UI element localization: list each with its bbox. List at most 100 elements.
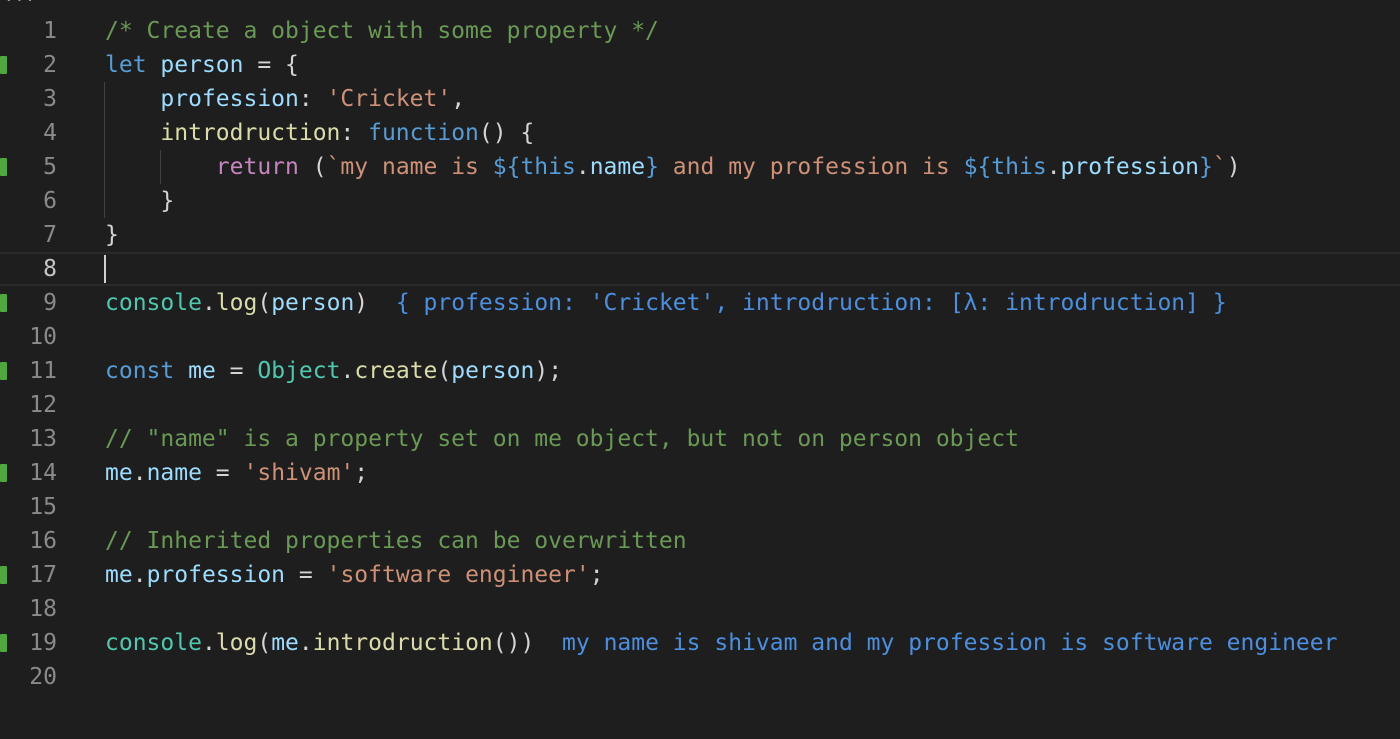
line-number: 16 — [29, 528, 57, 554]
code-token: function — [368, 120, 479, 146]
code-token: const — [105, 358, 175, 384]
code-token: ); — [534, 358, 563, 384]
code-token: ` — [1212, 154, 1227, 180]
code-token: Object — [257, 358, 341, 384]
code-line[interactable]: 15 — [0, 490, 1400, 524]
code-token: create — [354, 358, 438, 384]
line-number: 4 — [43, 120, 57, 146]
line-code[interactable]: profession: 'Cricket', — [105, 82, 465, 116]
code-line[interactable]: 1 /* Create a object with some property *… — [0, 14, 1400, 48]
code-token: ()) — [492, 630, 535, 656]
line-code[interactable]: return (`my name is ${this.name} and my … — [105, 150, 1241, 184]
code-token: me — [188, 358, 216, 384]
code-line[interactable]: 11 const me = Object.create(person); — [0, 354, 1400, 388]
code-line[interactable]: 9 console.log(person) { profession: 'Cric… — [0, 286, 1400, 320]
code-line[interactable]: 12 — [0, 388, 1400, 422]
line-number: 11 — [29, 358, 57, 384]
code-token: person — [160, 52, 244, 78]
code-token: this — [520, 154, 576, 180]
code-token: person — [271, 290, 355, 316]
code-editor[interactable]: ... 1 /* Create a object with some proper… — [0, 0, 1400, 739]
code-line[interactable]: 4 introdruction: function() { — [0, 116, 1400, 150]
code-token: 'Cricket' — [326, 86, 452, 112]
code-token: ( — [437, 358, 452, 384]
overflow-ellipsis: ... — [4, 0, 36, 5]
code-token: ( — [257, 290, 272, 316]
code-token: . — [340, 358, 355, 384]
line-code[interactable]: } — [105, 218, 119, 252]
code-token: : — [340, 120, 369, 146]
code-line[interactable]: 16 // Inherited properties can be overwri… — [0, 524, 1400, 558]
line-number: 6 — [43, 188, 57, 214]
line-code[interactable]: console.log(person) { profession: 'Crick… — [105, 286, 1227, 320]
code-token: me — [105, 562, 133, 588]
line-code[interactable]: me.profession = 'software engineer'; — [105, 558, 604, 592]
code-token: . — [132, 562, 147, 588]
code-token: // Inherited properties can be overwritt… — [105, 528, 687, 554]
code-line[interactable]: 20 — [0, 660, 1400, 694]
line-code[interactable]: // "name" is a property set on me object… — [105, 422, 1019, 456]
code-token: . — [575, 154, 590, 180]
code-token: and my profession is — [658, 154, 964, 180]
line-code[interactable]: introdruction: function() { — [105, 116, 534, 150]
code-line[interactable]: 19 console.log(me.introdruction()) my nam… — [0, 626, 1400, 660]
code-token: name — [146, 460, 202, 486]
code-token: `my name is — [326, 154, 493, 180]
code-token: . — [298, 630, 313, 656]
code-token: = — [201, 460, 244, 486]
line-number: 18 — [29, 596, 57, 622]
line-code[interactable]: } — [105, 184, 174, 218]
line-code[interactable]: const me = Object.create(person); — [105, 354, 562, 388]
line-code[interactable]: me.name = 'shivam'; — [105, 456, 368, 490]
line-code[interactable]: /* Create a object with some property */ — [105, 14, 659, 48]
code-token: log — [215, 290, 258, 316]
line-number: 20 — [29, 664, 57, 690]
code-token: = — [215, 358, 258, 384]
line-number: 17 — [29, 562, 57, 588]
code-token: 'shivam' — [243, 460, 355, 486]
code-line[interactable]: 8 — [0, 252, 1400, 286]
code-token: } — [105, 188, 175, 214]
code-token: /* Create a object with some property */ — [105, 18, 659, 44]
code-line[interactable]: 17 me.profession = 'software engineer'; — [0, 558, 1400, 592]
code-token: me — [271, 630, 299, 656]
line-number: 5 — [43, 154, 57, 180]
code-token: ; — [354, 460, 369, 486]
code-line[interactable]: 5 return (`my name is ${this.name} and m… — [0, 150, 1400, 184]
line-number: 9 — [43, 290, 57, 316]
code-line[interactable]: 10 — [0, 320, 1400, 354]
code-line[interactable]: 3 profession: 'Cricket', — [0, 82, 1400, 116]
code-line[interactable]: 14 me.name = 'shivam'; — [0, 456, 1400, 490]
code-token: introdruction — [160, 120, 341, 146]
code-token: () { — [478, 120, 535, 146]
line-code[interactable]: console.log(me.introdruction()) my name … — [105, 626, 1337, 660]
code-token: . — [1046, 154, 1061, 180]
code-token: ${ — [963, 154, 992, 180]
text-cursor — [104, 255, 106, 283]
code-token: profession — [146, 562, 286, 588]
line-number: 8 — [43, 256, 57, 282]
line-code[interactable]: let person = { — [105, 48, 299, 82]
line-code[interactable]: // Inherited properties can be overwritt… — [105, 524, 687, 558]
code-line[interactable]: 2 let person = { — [0, 48, 1400, 82]
code-token: return — [215, 154, 299, 180]
line-number: 19 — [29, 630, 57, 656]
code-token: . — [132, 460, 147, 486]
code-token: let — [105, 52, 147, 78]
code-line[interactable]: 6 } — [0, 184, 1400, 218]
code-token: ; — [589, 562, 604, 588]
code-line[interactable]: 18 — [0, 592, 1400, 626]
code-token: ) — [1226, 154, 1241, 180]
line-number: 12 — [29, 392, 57, 418]
code-line[interactable]: 7} — [0, 218, 1400, 252]
code-token: = { — [243, 52, 299, 78]
code-token: } — [645, 154, 659, 180]
code-line[interactable]: 13 // "name" is a property set on me obje… — [0, 422, 1400, 456]
code-token: profession — [1060, 154, 1200, 180]
code-token: person — [451, 358, 535, 384]
code-token: introdruction — [312, 630, 493, 656]
code-token: ( — [257, 630, 272, 656]
